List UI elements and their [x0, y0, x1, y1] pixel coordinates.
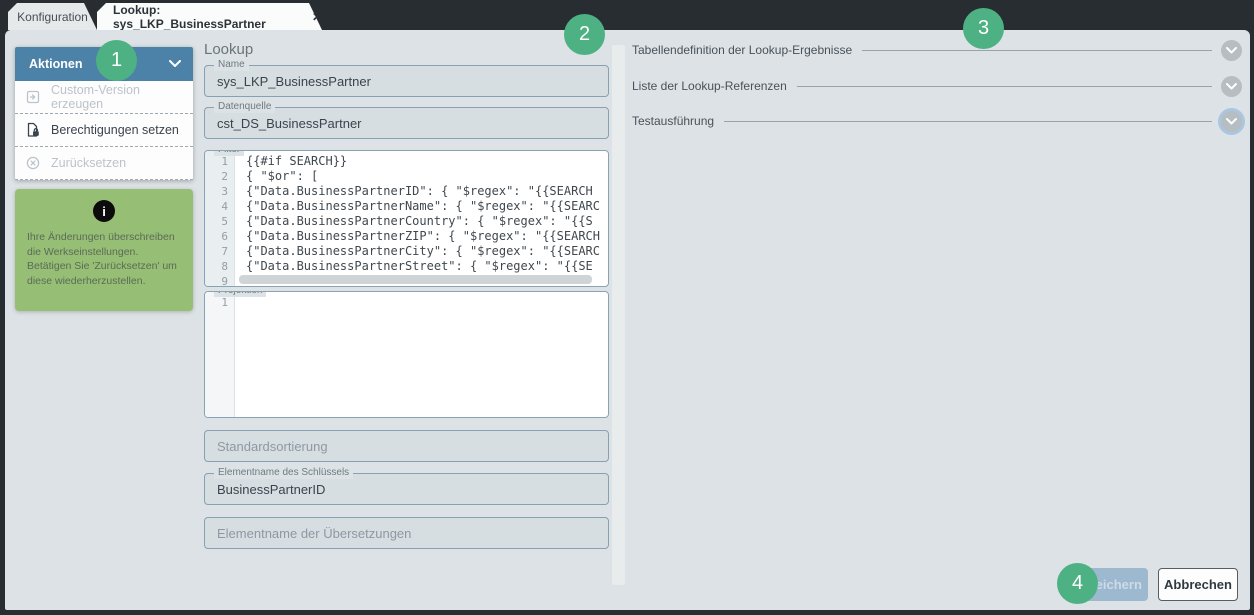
section-testausfuehrung: Testausführung [632, 110, 1242, 132]
horizontal-scrollbar[interactable] [239, 275, 592, 284]
standardsortierung-field[interactable] [204, 430, 609, 462]
schluessel-element-field[interactable]: Elementname des Schlüssels BusinessPartn… [204, 473, 609, 505]
line-number-gutter: 1 2 3 4 5 6 7 8 9 [205, 151, 235, 286]
info-icon: i [93, 200, 115, 222]
expand-chevron-down-icon[interactable] [1221, 40, 1242, 61]
filter-editor-label: Filter [214, 150, 244, 156]
notice-text: Ihre Änderungen überschreiben die Werkse… [15, 230, 193, 289]
menu-item-label: Custom-Version erzeugen [51, 83, 183, 111]
file-lock-icon [25, 122, 41, 138]
projektion-code-editor[interactable]: Projektion 1 [204, 291, 609, 418]
menu-item-label: Berechtigungen setzen [51, 123, 179, 137]
standardsortierung-input[interactable] [205, 431, 608, 461]
datenquelle-field-value: cst_DS_BusinessPartner [217, 108, 602, 138]
abbrechen-button[interactable]: Abbrechen [1158, 568, 1238, 601]
projektion-code-content[interactable] [236, 292, 608, 417]
filter-code-content[interactable]: {{#if SEARCH}} { "$or": [ {"Data.Busines… [236, 151, 608, 286]
changes-notice: i Ihre Änderungen überschreiben die Werk… [15, 189, 193, 311]
vertical-scrollbar[interactable] [612, 45, 625, 585]
tab-label: Konfiguration [17, 10, 88, 24]
schluessel-field-value: BusinessPartnerID [217, 474, 602, 504]
tab-label: Lookup: sys_LKP_BusinessPartner [113, 3, 305, 31]
copy-arrow-icon [25, 89, 41, 105]
projektion-editor-label: Projektion [214, 291, 266, 297]
section-label: Testausführung [632, 114, 714, 128]
divider [862, 50, 1212, 51]
section-label: Tabellendefinition der Lookup-Ergebnisse [632, 43, 852, 57]
datenquelle-field[interactable]: Datenquelle cst_DS_BusinessPartner [204, 107, 609, 139]
annotation-marker-4: 4 [1057, 563, 1098, 604]
expand-chevron-down-icon[interactable] [1221, 111, 1242, 132]
tab-konfiguration[interactable]: Konfiguration [8, 3, 97, 30]
menu-item-label: Zurücksetzen [51, 156, 126, 170]
menu-item-custom-version[interactable]: Custom-Version erzeugen [15, 81, 193, 114]
section-tabellendefinition: Tabellendefinition der Lookup-Ergebnisse [632, 39, 1242, 61]
divider [724, 121, 1212, 122]
name-field[interactable]: Name sys_LKP_BusinessPartner [204, 65, 609, 97]
annotation-marker-1: 1 [96, 40, 137, 81]
divider [797, 86, 1212, 87]
main-content: Aktionen Custom-Version erzeugen Berecht… [5, 30, 1250, 610]
menu-item-berechtigungen[interactable]: Berechtigungen setzen [15, 114, 193, 147]
line-number-gutter: 1 [205, 292, 235, 417]
filter-code-editor[interactable]: Filter 1 2 3 4 5 6 7 8 9 {{#if SEARCH}} … [204, 150, 609, 287]
tab-bar: Konfiguration Lookup: sys_LKP_BusinessPa… [0, 0, 1254, 30]
app-window: Konfiguration Lookup: sys_LKP_BusinessPa… [0, 0, 1254, 615]
section-lookup-referenzen: Liste der Lookup-Referenzen [632, 75, 1242, 97]
tab-close-icon[interactable]: ✕ [312, 10, 322, 24]
uebersetzungen-input[interactable] [205, 518, 608, 548]
reset-circle-icon [25, 155, 41, 171]
section-label: Liste der Lookup-Referenzen [632, 79, 787, 93]
annotation-marker-2: 2 [564, 14, 605, 55]
name-field-value: sys_LKP_BusinessPartner [217, 66, 602, 96]
expand-chevron-down-icon[interactable] [1221, 76, 1242, 97]
form-heading: Lookup [204, 41, 253, 58]
uebersetzungen-field[interactable] [204, 517, 609, 549]
tab-lookup-businesspartner[interactable]: Lookup: sys_LKP_BusinessPartner ✕ [97, 3, 322, 30]
chevron-down-icon [169, 60, 181, 68]
annotation-marker-3: 3 [963, 8, 1004, 49]
menu-item-zuruecksetzen[interactable]: Zurücksetzen [15, 147, 193, 180]
